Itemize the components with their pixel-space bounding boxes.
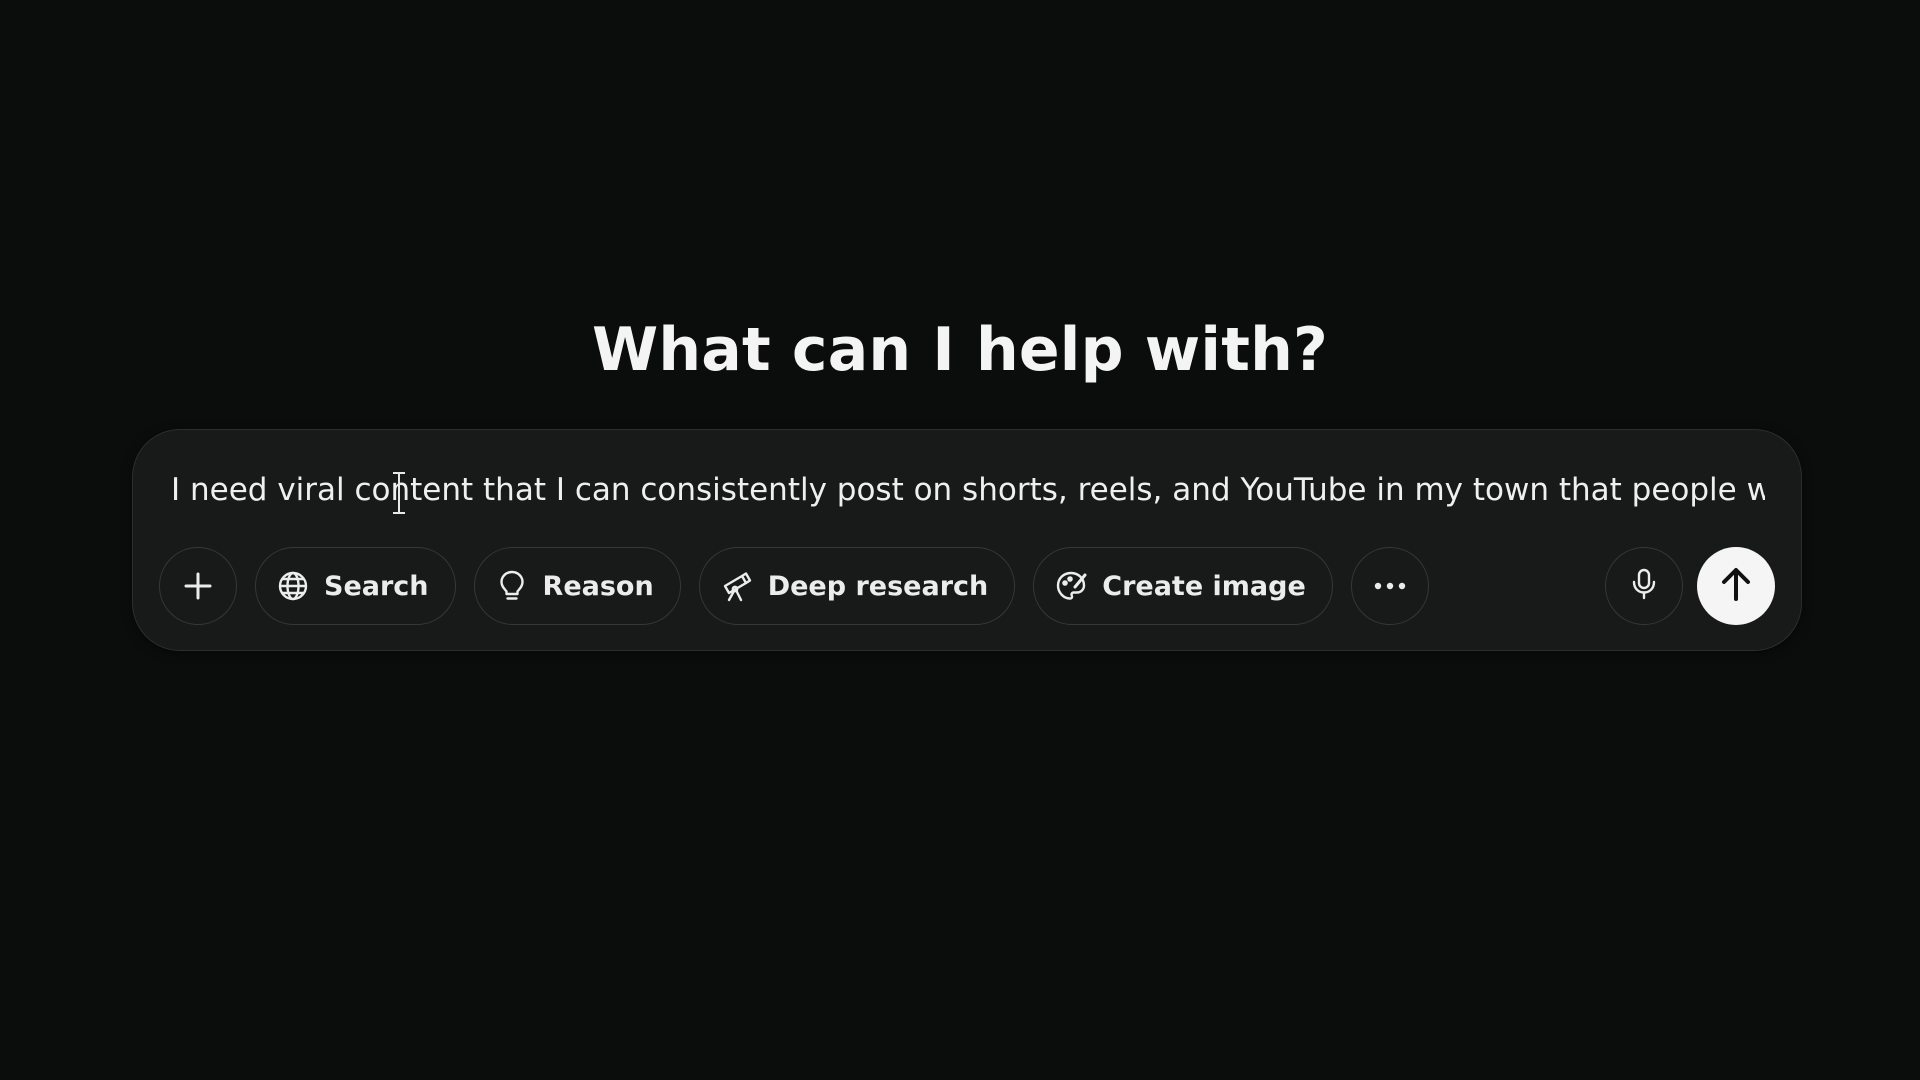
voice-input-button[interactable] [1605, 547, 1683, 625]
composer-actions [1605, 547, 1775, 625]
telescope-icon [720, 569, 754, 603]
microphone-icon [1629, 567, 1659, 605]
arrow-up-icon [1719, 566, 1753, 606]
palette-icon [1054, 569, 1088, 603]
prompt-composer: I need viral content that I can consiste… [132, 429, 1802, 651]
plus-icon [181, 569, 215, 603]
deep-research-button-label: Deep research [767, 570, 989, 602]
search-button-label: Search [324, 570, 429, 602]
deep-research-button[interactable]: Deep research [698, 547, 1016, 625]
add-attachment-button[interactable] [159, 547, 237, 625]
page: What can I help with? I need viral conte… [0, 0, 1920, 1080]
reason-button[interactable]: Reason [473, 547, 681, 625]
reason-button-label: Reason [542, 570, 654, 602]
more-dots-icon [1373, 569, 1407, 603]
create-image-button[interactable]: Create image [1033, 547, 1333, 625]
prompt-text: I need viral content that I can consiste… [171, 472, 1765, 508]
send-button[interactable] [1697, 547, 1775, 625]
page-title: What can I help with? [591, 315, 1329, 385]
globe-icon [276, 569, 310, 603]
prompt-input[interactable]: I need viral content that I can consiste… [171, 460, 1765, 520]
create-image-button-label: Create image [1102, 570, 1306, 602]
search-button[interactable]: Search [255, 547, 456, 625]
composer-toolbar: Search Reason Deep research Create image [159, 547, 1447, 625]
lightbulb-icon [495, 569, 529, 603]
text-cursor-icon [393, 472, 405, 514]
more-tools-button[interactable] [1350, 547, 1429, 625]
